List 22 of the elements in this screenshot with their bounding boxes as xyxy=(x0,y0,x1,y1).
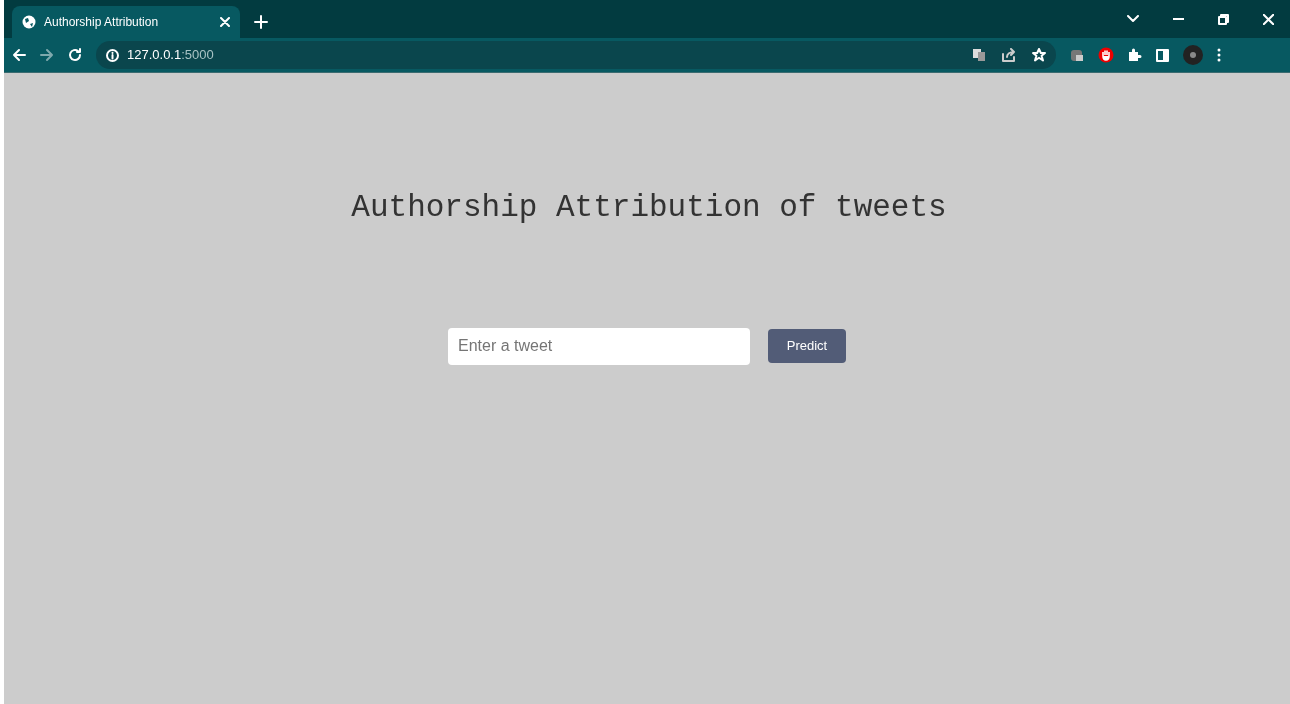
back-icon[interactable] xyxy=(12,48,26,62)
translate-icon[interactable] xyxy=(972,48,986,62)
close-icon[interactable] xyxy=(1263,13,1274,25)
puzzle-icon[interactable] xyxy=(1128,48,1142,62)
close-icon[interactable] xyxy=(220,17,230,27)
share-icon[interactable] xyxy=(1002,48,1016,62)
side-panel-icon[interactable] xyxy=(1156,48,1169,62)
tweet-input-field[interactable]: Enter a tweet xyxy=(448,327,750,365)
avatar-icon[interactable] xyxy=(1183,45,1203,65)
reload-icon[interactable] xyxy=(68,48,82,62)
info-icon[interactable] xyxy=(106,48,119,62)
menu-icon[interactable] xyxy=(1217,48,1221,62)
browser-tab[interactable]: Authorship Attribution xyxy=(12,6,240,38)
chevron-down-icon[interactable] xyxy=(1127,15,1139,23)
star-icon[interactable] xyxy=(1032,48,1046,62)
predict-button[interactable]: Predict xyxy=(768,329,846,363)
forward-icon[interactable] xyxy=(40,48,54,62)
new-tab-icon[interactable] xyxy=(254,15,268,29)
globe-icon xyxy=(22,15,36,29)
restore-icon[interactable] xyxy=(1218,13,1229,25)
page-heading: Authorship Attribution of tweets xyxy=(351,189,947,227)
url-text[interactable]: 127.0.0.1:5000 xyxy=(127,45,214,65)
